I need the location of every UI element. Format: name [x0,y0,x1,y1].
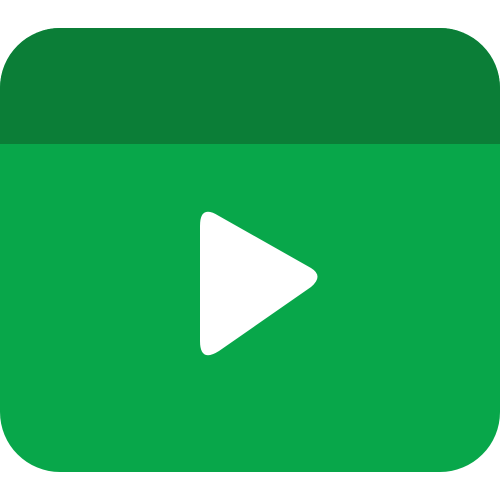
video-icon-canvas [0,0,500,500]
video-player-icon [0,28,500,472]
video-frame-header-bar [0,28,500,144]
